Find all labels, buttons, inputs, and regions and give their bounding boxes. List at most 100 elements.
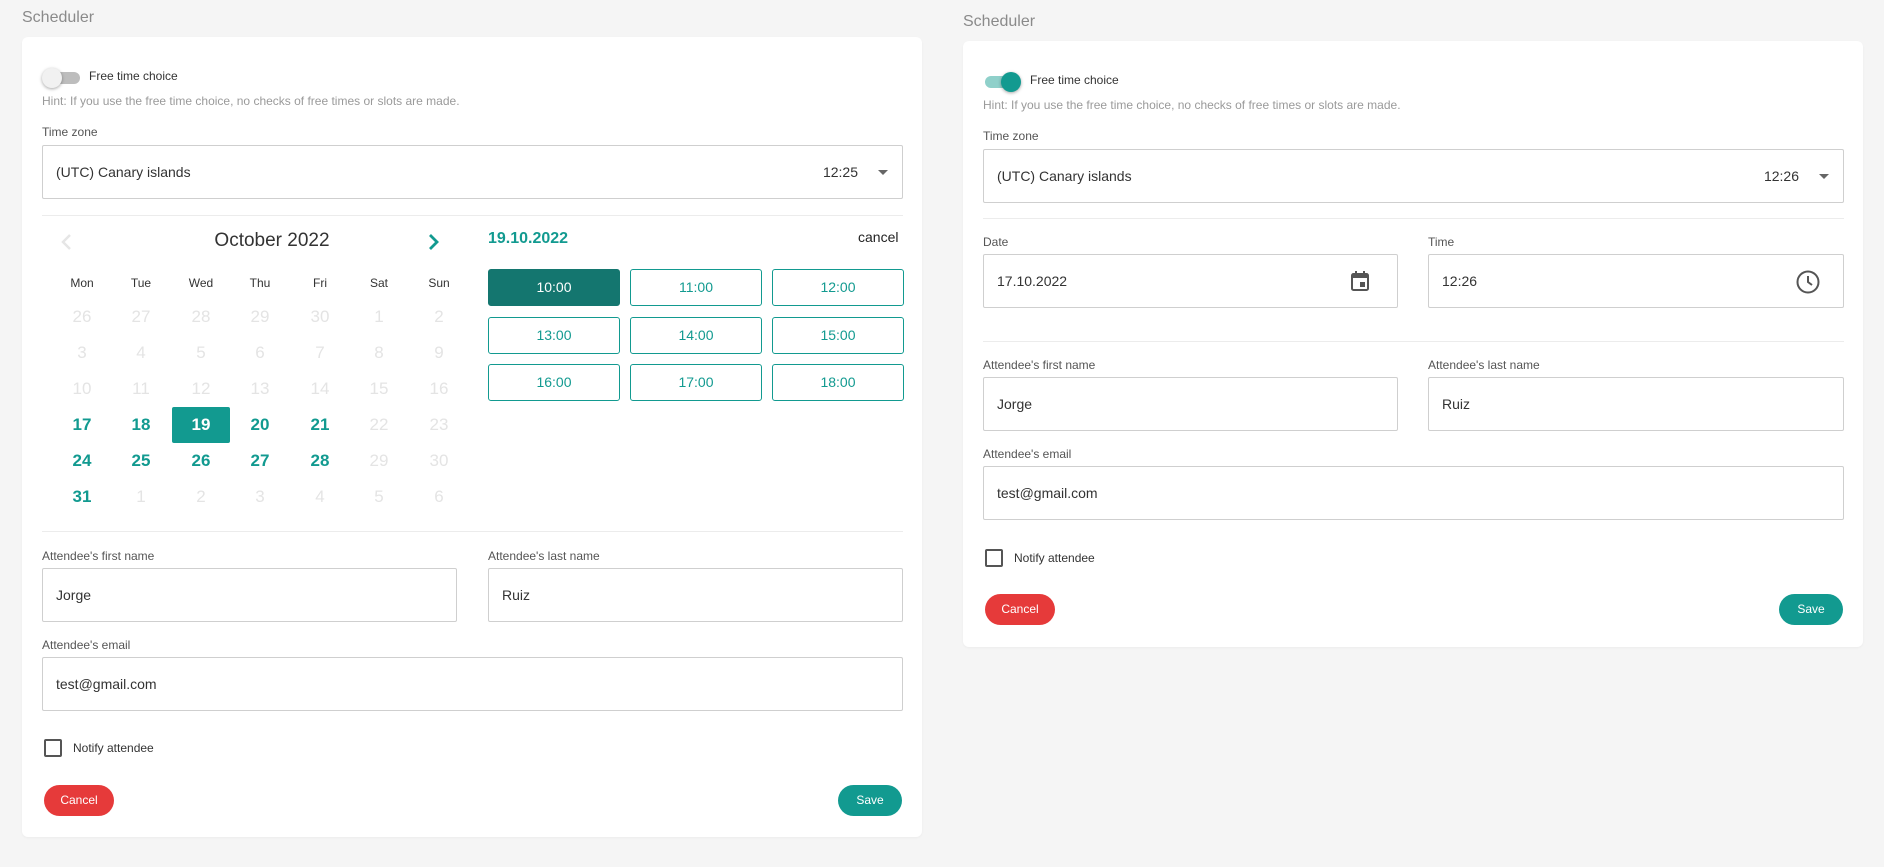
calendar-day: 12: [191, 379, 211, 398]
left-email-field[interactable]: test@gmail.com: [42, 657, 903, 711]
first-name-value: Jorge: [56, 587, 92, 603]
calendar-day: 1: [136, 487, 146, 506]
calendar-day[interactable]: 21: [291, 407, 349, 443]
calendar-day: 5: [196, 343, 206, 362]
left-timezone-select[interactable]: (UTC) Canary islands 12:25: [42, 145, 903, 199]
calendar-day: 6: [434, 487, 444, 506]
calendar-cancel-link[interactable]: cancel: [858, 229, 898, 245]
date-value: 17.10.2022: [997, 273, 1068, 289]
right-free-time-toggle[interactable]: [983, 71, 1023, 93]
right-date-label: Date: [983, 235, 1009, 249]
next-month-icon[interactable]: [426, 233, 440, 251]
calendar-month-title: October 2022: [214, 230, 330, 251]
weekday-label: Wed: [188, 276, 214, 290]
right-date-field[interactable]: 17.10.2022: [983, 254, 1398, 308]
right-cancel-button[interactable]: Cancel: [985, 594, 1055, 625]
time-slot-button[interactable]: 14:00: [630, 317, 762, 354]
weekday-label: Mon: [70, 276, 94, 290]
timezone-value: (UTC) Canary islands: [56, 164, 191, 180]
time-slot-button[interactable]: 17:00: [630, 364, 762, 401]
calendar-day[interactable]: 20: [231, 407, 289, 443]
right-email-field[interactable]: test@gmail.com: [983, 466, 1844, 520]
left-first-name-field[interactable]: Jorge: [42, 568, 457, 622]
calendar-day: 26: [72, 307, 92, 326]
time-slot-button[interactable]: 18:00: [772, 364, 904, 401]
calendar-day: 6: [255, 343, 265, 362]
time-slot-button[interactable]: 11:00: [630, 269, 762, 306]
toggle-thumb: [1001, 72, 1021, 92]
left-save-button[interactable]: Save: [838, 785, 902, 816]
left-last-name-label: Attendee's last name: [488, 549, 600, 563]
email-value: test@gmail.com: [56, 676, 157, 692]
chevron-down-icon: [878, 170, 888, 175]
calendar-day[interactable]: 24: [53, 443, 111, 479]
calendar-day: 30: [429, 451, 449, 470]
email-value: test@gmail.com: [997, 485, 1098, 501]
right-last-name-field[interactable]: Ruiz: [1428, 377, 1844, 431]
calendar-day: 8: [374, 343, 384, 362]
right-time-field[interactable]: 12:26: [1428, 254, 1844, 308]
prev-month-icon[interactable]: [60, 233, 74, 251]
right-hint-text: Hint: If you use the free time choice, n…: [983, 98, 1401, 112]
calendar-day: 16: [429, 379, 449, 398]
calendar-day: 29: [250, 307, 270, 326]
calendar-day: 9: [434, 343, 444, 362]
calendar-day: 3: [255, 487, 265, 506]
last-name-value: Ruiz: [502, 587, 531, 603]
calendar-icon[interactable]: [1350, 270, 1370, 292]
time-slot-button[interactable]: 16:00: [488, 364, 620, 401]
selected-date-label: 19.10.2022: [488, 230, 569, 247]
time-slot-button[interactable]: 15:00: [772, 317, 904, 354]
calendar-day: 5: [374, 487, 384, 506]
toggle-thumb: [42, 68, 62, 88]
calendar-day: 29: [369, 451, 389, 470]
weekday-label: Tue: [130, 276, 152, 290]
left-email-label: Attendee's email: [42, 638, 131, 652]
calendar-day: 23: [429, 415, 449, 434]
time-slot-button[interactable]: 13:00: [488, 317, 620, 354]
right-email-label: Attendee's email: [983, 447, 1072, 461]
right-save-button[interactable]: Save: [1779, 594, 1843, 625]
weekday-label: Fri: [313, 276, 327, 290]
calendar-day: 3: [77, 343, 87, 362]
weekday-label: Thu: [249, 276, 271, 290]
calendar-day: 2: [434, 307, 444, 326]
right-timezone-select[interactable]: (UTC) Canary islands 12:26: [983, 149, 1844, 203]
timezone-value: (UTC) Canary islands: [997, 168, 1132, 184]
calendar-day[interactable]: 31: [53, 479, 111, 515]
calendar-day[interactable]: 18: [112, 407, 170, 443]
left-free-time-toggle[interactable]: [42, 67, 82, 89]
calendar-day[interactable]: 25: [112, 443, 170, 479]
calendar-day: 13: [250, 379, 270, 398]
time-slot-button[interactable]: 12:00: [772, 269, 904, 306]
calendar-day[interactable]: 27: [231, 443, 289, 479]
left-panel-title: Scheduler: [22, 9, 95, 26]
chevron-down-icon: [1819, 174, 1829, 179]
calendar-day-selected[interactable]: 19: [172, 407, 230, 443]
calendar-day: 4: [136, 343, 146, 362]
clock-icon[interactable]: [1795, 269, 1821, 295]
right-notify-checkbox[interactable]: [985, 549, 1003, 567]
left-timezone-label: Time zone: [42, 125, 98, 139]
first-name-value: Jorge: [997, 396, 1033, 412]
right-first-name-field[interactable]: Jorge: [983, 377, 1398, 431]
right-first-name-label: Attendee's first name: [983, 358, 1096, 372]
calendar-day: 14: [310, 379, 330, 398]
left-notify-checkbox[interactable]: [44, 739, 62, 757]
calendar-day: 10: [72, 379, 92, 398]
left-last-name-field[interactable]: Ruiz: [488, 568, 903, 622]
right-time-label: Time: [1428, 235, 1455, 249]
right-free-time-label: Free time choice: [1030, 73, 1119, 87]
time-slot-button[interactable]: 10:00: [488, 269, 620, 306]
calendar-day[interactable]: 17: [53, 407, 111, 443]
left-hint-text: Hint: If you use the free time choice, n…: [42, 94, 460, 108]
left-cancel-button[interactable]: Cancel: [44, 785, 114, 816]
calendar-day[interactable]: 28: [291, 443, 349, 479]
left-free-time-label: Free time choice: [89, 69, 178, 83]
right-last-name-label: Attendee's last name: [1428, 358, 1540, 372]
time-value: 12:26: [1442, 273, 1478, 289]
calendar-day[interactable]: 26: [172, 443, 230, 479]
divider: [42, 531, 903, 532]
calendar-day: 11: [132, 379, 150, 398]
left-notify-label: Notify attendee: [73, 741, 154, 755]
